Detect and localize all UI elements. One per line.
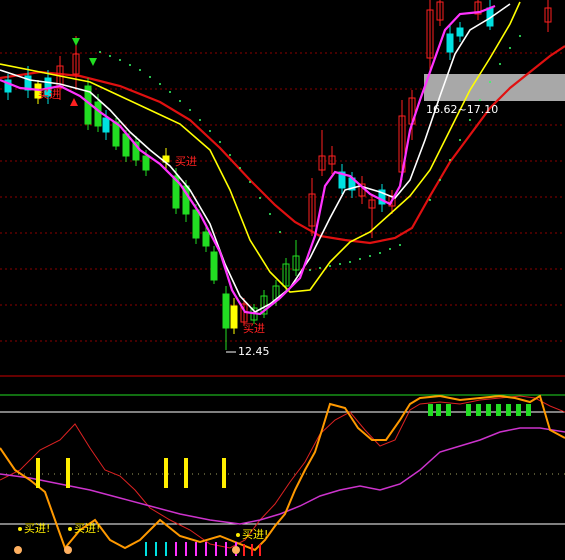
buy-signal-label-2: 买进!	[74, 522, 101, 535]
candle	[292, 240, 300, 276]
down-arrow-marker	[72, 38, 80, 46]
candle	[486, 0, 494, 30]
candle	[446, 24, 454, 60]
candle	[474, 0, 482, 20]
candle	[210, 246, 218, 284]
candle	[318, 130, 326, 176]
candle	[308, 178, 316, 236]
candle	[222, 286, 230, 350]
buy-signal-label-3: 买进!	[242, 528, 269, 541]
up-arrow-marker	[70, 98, 78, 106]
signal-bars-green	[428, 404, 531, 416]
osc-magenta-line	[0, 427, 565, 525]
buy-signal-bars	[36, 458, 226, 488]
buy-label-1: 买进	[38, 88, 60, 101]
price-range-label: 16.62~17.10	[426, 103, 499, 116]
candle	[456, 22, 464, 42]
candle	[328, 146, 336, 174]
buy-label-2: 买进	[175, 155, 197, 168]
buy-signal-label-1: 买进!	[24, 522, 51, 535]
ma-magenta-line	[0, 4, 496, 316]
candle	[230, 298, 238, 334]
price-range-band	[424, 74, 565, 101]
candle	[436, 0, 444, 26]
candle	[132, 136, 140, 166]
candle	[544, 0, 552, 32]
signal-dot-icon	[18, 527, 240, 537]
buy-label-3: 买进	[243, 322, 265, 335]
price-low-label: 12.45	[238, 345, 270, 358]
candle	[338, 164, 346, 194]
ma-yellow-line	[0, 1, 521, 293]
stock-chart[interactable]	[0, 0, 565, 560]
down-arrow-marker	[89, 58, 97, 66]
